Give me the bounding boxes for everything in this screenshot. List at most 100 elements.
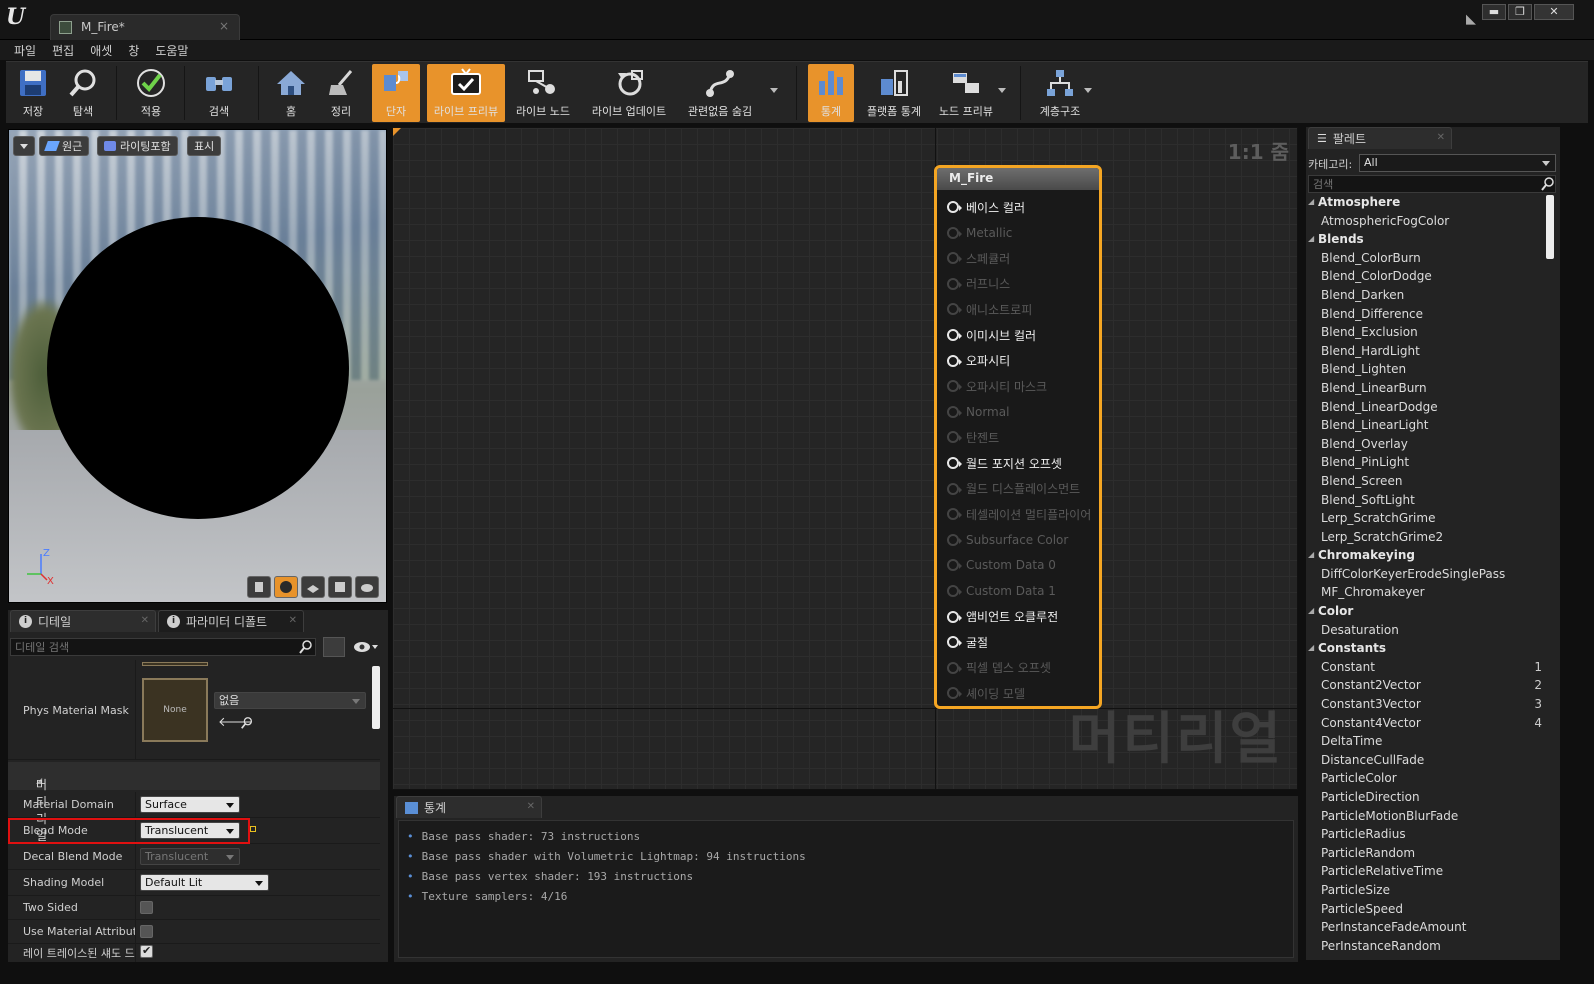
palette-item[interactable]: MF_Chromakeyer	[1306, 583, 1546, 602]
browse-button[interactable]: 탐색	[60, 64, 106, 122]
node-input-pin[interactable]: 오파시티 마스크	[947, 377, 1047, 395]
node-input-pin[interactable]: 오파시티	[947, 352, 1010, 370]
teapot-shape-button[interactable]	[355, 576, 379, 598]
apply-button[interactable]: 적용	[128, 64, 174, 122]
node-input-pin[interactable]: 셰이딩 모델	[947, 684, 1025, 702]
pin-connector-icon[interactable]	[947, 636, 962, 649]
node-preview-button[interactable]: 노드 프리뷰	[932, 64, 1000, 122]
node-input-pin[interactable]: 앰비언트 오클루전	[947, 608, 1058, 626]
palette-category[interactable]: Constants	[1306, 639, 1546, 658]
palette-item[interactable]: Blend_Exclusion	[1306, 323, 1546, 342]
palette-item[interactable]: Constant 1	[1306, 658, 1546, 677]
palette-item[interactable]: DistanceCullFade	[1306, 751, 1546, 770]
palette-category[interactable]: Color	[1306, 602, 1546, 621]
palette-item[interactable]: ParticleRelativeTime	[1306, 862, 1546, 881]
pin-connector-icon[interactable]	[947, 226, 962, 239]
palette-item[interactable]: Blend_HardLight	[1306, 342, 1546, 361]
pin-connector-icon[interactable]	[947, 533, 962, 546]
close-tab-icon[interactable]: ✕	[141, 615, 149, 626]
property-matrix-button[interactable]	[323, 637, 345, 657]
search-button[interactable]: 검색	[196, 64, 242, 122]
preview-viewport[interactable]: 원근 라이팅포함 표시 Z X	[8, 129, 387, 603]
lighting-button[interactable]: 라이팅포함	[97, 136, 178, 156]
node-input-pin[interactable]: 테셀레이션 멀티플라이어	[947, 505, 1091, 523]
show-button[interactable]: 표시	[187, 136, 222, 156]
palette-item[interactable]: AtmosphericFogColor	[1306, 212, 1546, 231]
pin-connector-icon[interactable]	[947, 482, 962, 495]
palette-item[interactable]: Blend_Darken	[1306, 286, 1546, 305]
pin-connector-icon[interactable]	[947, 661, 962, 674]
palette-scrollbar[interactable]	[1546, 195, 1554, 259]
palette-item[interactable]: ParticleDirection	[1306, 788, 1546, 807]
menu-asset[interactable]: 애셋	[84, 40, 118, 60]
connectors-button[interactable]: 단자	[372, 64, 420, 122]
use-material-attributes-checkbox[interactable]	[140, 925, 153, 938]
palette-item[interactable]: Blend_Lighten	[1306, 360, 1546, 379]
pin-connector-icon[interactable]	[947, 610, 962, 623]
details-search-input[interactable]	[10, 638, 316, 656]
tab-parameter-defaults[interactable]: i 파라미터 디폴트 ✕	[158, 610, 304, 632]
material-result-node[interactable]: M_Fire 베이스 컬러 Metallic 스페큘러 러프니스 애니소트로피 이미시브 …	[934, 165, 1102, 709]
palette-item[interactable]: Constant2Vector 2	[1306, 676, 1546, 695]
palette-item[interactable]: ParticleColor	[1306, 769, 1546, 788]
node-input-pin[interactable]: 스페큘러	[947, 249, 1010, 267]
palette-item[interactable]: Blend_Overlay	[1306, 435, 1546, 454]
palette-item[interactable]: ParticleSize	[1306, 881, 1546, 900]
node-input-pin[interactable]: 애니소트로피	[947, 300, 1032, 318]
pin-connector-icon[interactable]	[947, 329, 962, 341]
stats-button[interactable]: 통계	[808, 64, 854, 122]
hide-unrelated-button[interactable]: 관련없음 숨김	[680, 64, 760, 122]
node-preview-dropdown-icon[interactable]	[998, 88, 1006, 93]
tab-palette[interactable]: ☰ 팔레트 ✕	[1308, 127, 1452, 149]
palette-item[interactable]: Blend_ColorBurn	[1306, 249, 1546, 268]
palette-item[interactable]: Constant4Vector 4	[1306, 714, 1546, 733]
node-input-pin[interactable]: 굴절	[947, 633, 988, 651]
menu-file[interactable]: 파일	[8, 40, 42, 60]
palette-item[interactable]: Lerp_ScratchGrime2	[1306, 528, 1546, 547]
palette-category[interactable]: Blends	[1306, 230, 1546, 249]
palette-category[interactable]: Atmosphere	[1306, 193, 1546, 212]
pin-connector-icon[interactable]	[947, 303, 962, 316]
close-window-button[interactable]: ✕	[1534, 4, 1574, 20]
tab-details[interactable]: i 디테일 ✕	[10, 610, 156, 632]
phys-material-thumbnail[interactable]: None	[142, 678, 208, 742]
pin-connector-icon[interactable]	[947, 354, 962, 367]
pin-connector-icon[interactable]	[947, 559, 962, 572]
minimize-button[interactable]: ▬	[1482, 4, 1506, 20]
palette-category[interactable]: Chromakeying	[1306, 546, 1546, 565]
close-tab-icon[interactable]: ✕	[289, 615, 297, 626]
node-input-pin[interactable]: 픽셀 뎁스 오프셋	[947, 659, 1051, 677]
node-input-pin[interactable]: Metallic	[947, 224, 1012, 242]
material-domain-combo[interactable]: Surface	[140, 796, 240, 813]
pin-connector-icon[interactable]	[947, 277, 962, 290]
node-input-pin[interactable]: 월드 포지션 오프셋	[947, 454, 1062, 472]
tab-stats[interactable]: 통계 ✕	[396, 796, 542, 818]
palette-item[interactable]: Blend_LinearBurn	[1306, 379, 1546, 398]
maximize-button[interactable]: ❐	[1508, 4, 1532, 20]
home-button[interactable]: 홈	[268, 64, 314, 122]
document-tab[interactable]: M_Fire* ×	[50, 14, 240, 40]
node-input-pin[interactable]: 월드 디스플레이스먼트	[947, 480, 1080, 498]
plane-shape-button[interactable]	[301, 576, 325, 598]
menu-window[interactable]: 창	[122, 40, 145, 60]
save-button[interactable]: 저장	[10, 64, 56, 122]
pin-connector-icon[interactable]	[947, 585, 962, 597]
pin-connector-icon[interactable]	[947, 380, 962, 393]
pin-connector-icon[interactable]	[947, 508, 962, 521]
pin-connector-icon[interactable]	[947, 431, 962, 444]
platform-stats-button[interactable]: 플랫폼 통계	[862, 64, 926, 122]
palette-item[interactable]: Desaturation	[1306, 621, 1546, 640]
phys-material-combo[interactable]: 없음	[214, 692, 366, 709]
two-sided-checkbox[interactable]	[140, 901, 153, 914]
perspective-button[interactable]: 원근	[39, 136, 90, 156]
node-input-pin[interactable]: 이미시브 컬러	[947, 326, 1036, 344]
material-graph[interactable]: 1:1 줌 머티리얼 M_Fire 베이스 컬러 Metallic 스페큘러 러프니스…	[392, 127, 1298, 790]
palette-item[interactable]: Constant3Vector 3	[1306, 695, 1546, 714]
palette-item[interactable]: Blend_LinearDodge	[1306, 398, 1546, 417]
pin-connector-icon[interactable]	[947, 687, 962, 700]
palette-search-input[interactable]	[1308, 175, 1556, 193]
menu-help[interactable]: 도움말	[149, 40, 194, 60]
palette-item[interactable]: Blend_PinLight	[1306, 453, 1546, 472]
cube-shape-button[interactable]	[328, 576, 352, 598]
palette-item[interactable]: Blend_LinearLight	[1306, 416, 1546, 435]
